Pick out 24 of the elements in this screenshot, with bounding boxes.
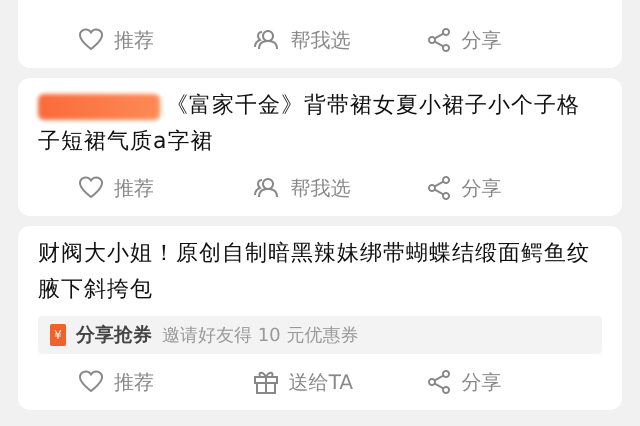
heart-icon — [78, 28, 104, 52]
coupon-bar[interactable]: ¥ 分享抢券 邀请好友得 10 元优惠券 — [38, 316, 602, 354]
share-icon — [427, 175, 452, 201]
heart-icon — [78, 370, 104, 394]
share-icon — [427, 369, 452, 395]
product-title[interactable]: 财阀大小姐！原创自制暗黑辣妹绑带蝴蝶结缎面鳄鱼纹腋下斜挎包 — [38, 236, 602, 308]
action-button[interactable]: 分享 — [427, 364, 502, 400]
action-button[interactable]: 分享 — [427, 22, 502, 58]
coupon-text: 邀请好友得 10 元优惠券 — [162, 324, 358, 347]
gift-icon — [252, 369, 279, 395]
people-icon — [252, 177, 281, 199]
heart-icon — [78, 176, 104, 200]
action-button[interactable]: 分享 — [427, 170, 502, 206]
coupon-icon: ¥ — [50, 324, 66, 346]
product-title[interactable]: 《富家千金》背带裙女夏小裙子小个子格子短裙气质a字裙 — [38, 88, 602, 160]
action-button[interactable]: 推荐 — [78, 22, 154, 58]
action-button[interactable]: 帮我选 — [252, 170, 351, 206]
action-button[interactable]: 送给TA — [252, 364, 354, 400]
action-button[interactable]: 帮我选 — [252, 22, 351, 58]
coupon-label: 分享抢券 — [76, 323, 152, 348]
action-button[interactable]: 推荐 — [78, 364, 154, 400]
people-icon — [252, 29, 281, 51]
action-button[interactable]: 推荐 — [78, 170, 154, 206]
share-icon — [427, 27, 452, 53]
